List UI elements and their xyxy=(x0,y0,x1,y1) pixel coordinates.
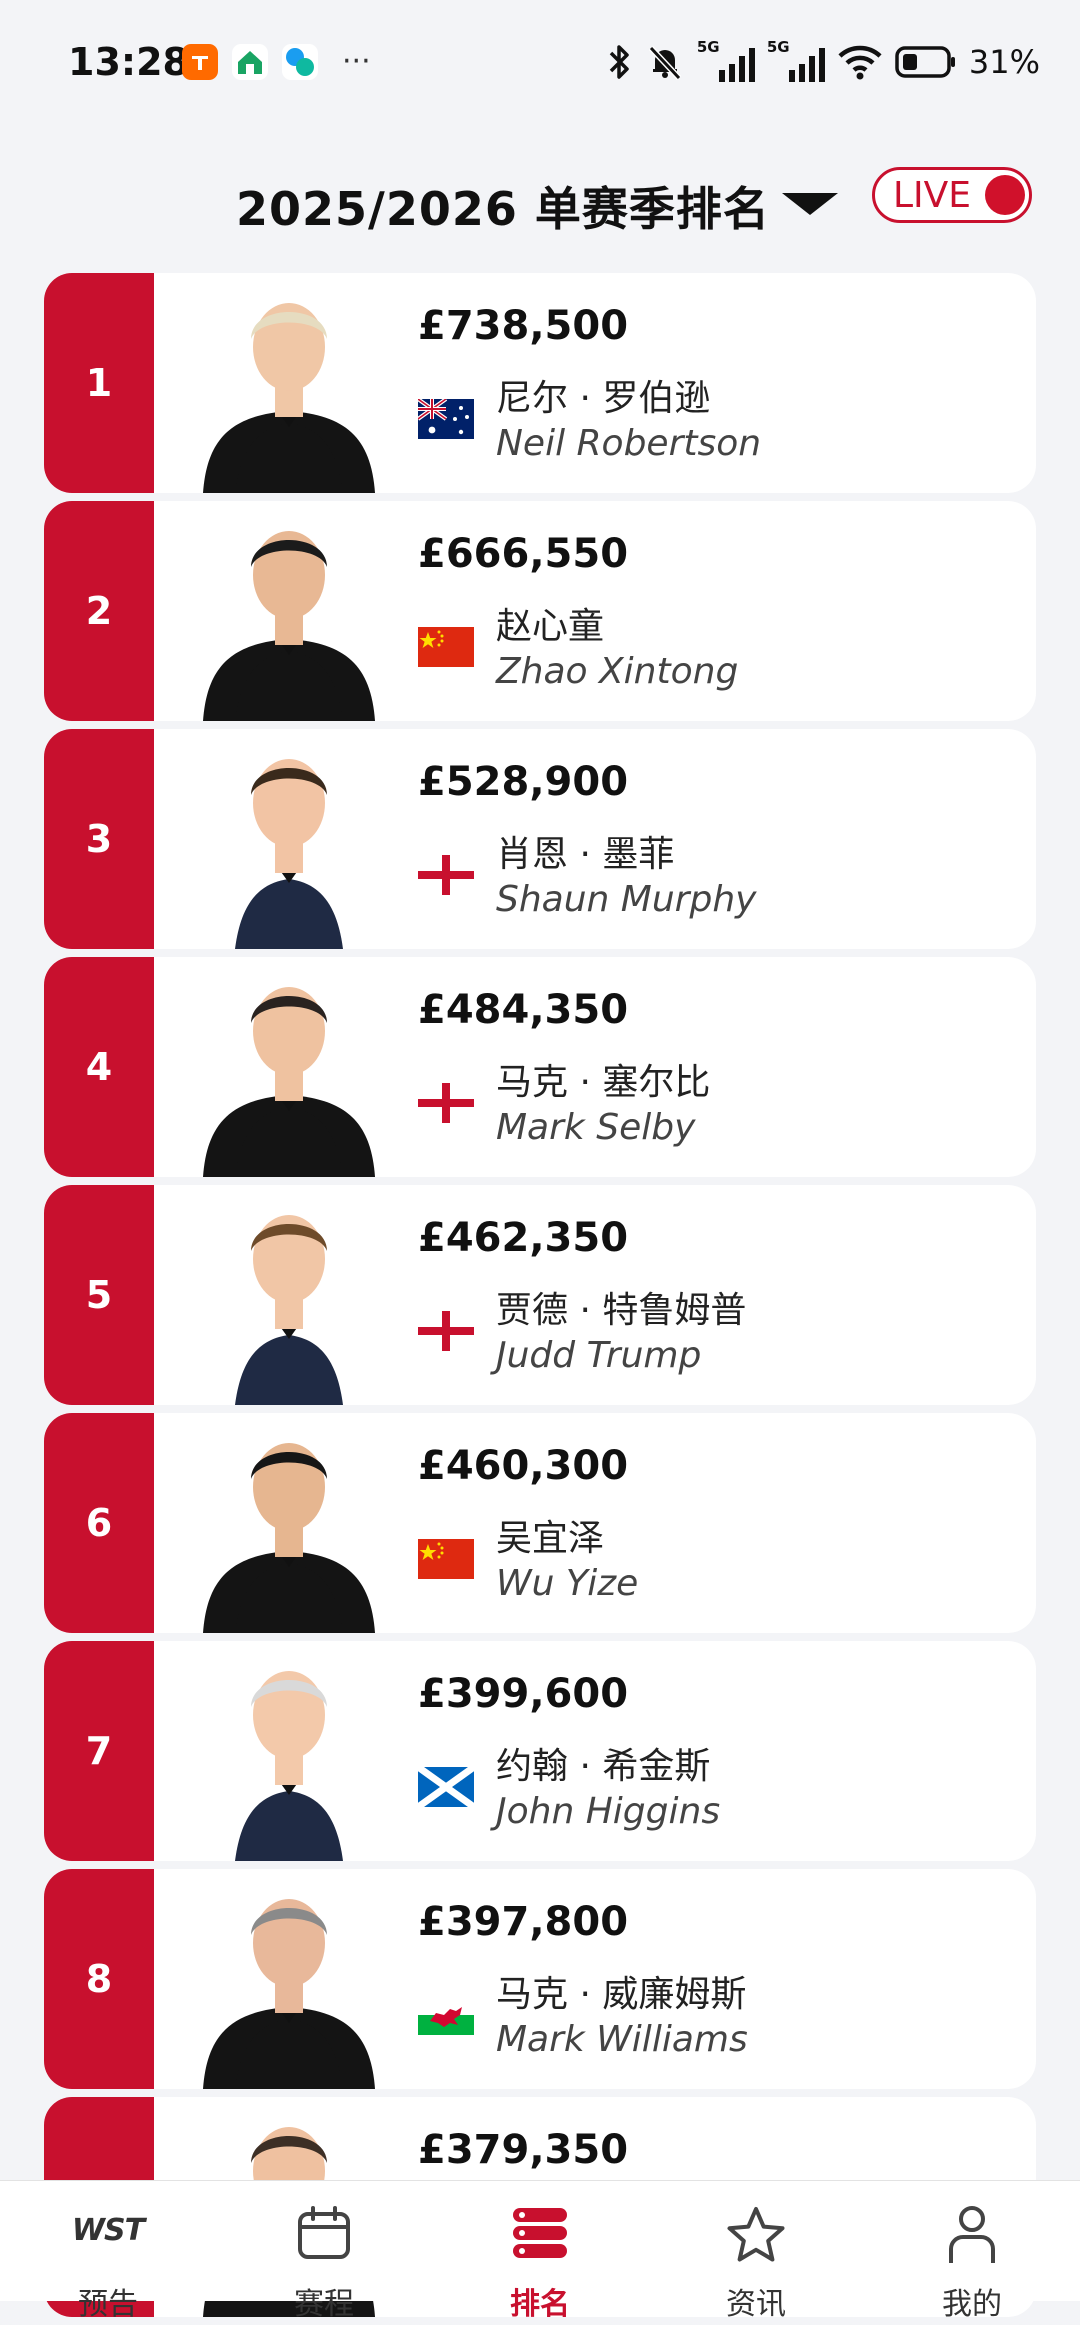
player-name-en: Shaun Murphy xyxy=(496,879,757,920)
player-name-en: John Higgins xyxy=(496,1791,721,1832)
prize-money: £528,900 xyxy=(418,759,629,805)
prize-money: £399,600 xyxy=(418,1671,629,1717)
ranking-row[interactable]: 5 £462,350 贾德 · 特鲁姆普 Judd Trump xyxy=(44,1185,1036,1405)
nav-item-rankings[interactable]: 排名 xyxy=(460,2181,620,2322)
ranking-row[interactable]: 4 £484,350 马克 · 塞尔比 Mark Selby xyxy=(44,957,1036,1177)
england-flag-icon xyxy=(418,1083,474,1123)
rank-number: 7 xyxy=(44,1641,154,1861)
player-photo xyxy=(189,961,389,1177)
rank-number: 5 xyxy=(44,1185,154,1405)
mute-bell-icon xyxy=(648,45,682,81)
more-indicator: ··· xyxy=(342,44,371,79)
chat-app-icon xyxy=(282,44,318,80)
scotland-flag-icon xyxy=(415,1764,477,1810)
player-photo xyxy=(189,733,389,949)
rankings-icon xyxy=(513,2208,567,2258)
ranking-row[interactable]: 1 £738,500 尼尔 · 罗伯逊 Neil Robertson xyxy=(44,273,1036,493)
wst-logo-icon: WST xyxy=(71,2213,145,2248)
taobao-icon xyxy=(182,44,218,80)
nav-label: 资讯 xyxy=(726,2287,786,2322)
china-flag-icon xyxy=(418,627,474,667)
status-bar: 13:28 ··· 5G 5G 31% xyxy=(0,0,1080,130)
rank-number: 1 xyxy=(44,273,154,493)
prize-money: £460,300 xyxy=(418,1443,629,1489)
bluetooth-icon xyxy=(609,45,629,79)
prize-money: £484,350 xyxy=(418,987,629,1033)
ranking-list: 1 £738,500 尼尔 · 罗伯逊 Neil Robertson 2 £666,550… xyxy=(44,273,1036,2325)
player-name-en: Mark Williams xyxy=(496,2019,748,2060)
rank-number: 3 xyxy=(44,729,154,949)
player-name-cn: 吴宜泽 xyxy=(496,1518,605,1559)
player-name-cn: 肖恩 · 墨菲 xyxy=(496,834,675,875)
live-label: LIVE xyxy=(893,174,972,216)
player-photo xyxy=(189,1645,389,1861)
ranking-row[interactable]: 6 £460,300 吴宜泽 Wu Yize xyxy=(44,1413,1036,1633)
calendar-icon xyxy=(298,2206,350,2259)
ranking-row[interactable]: 7 £399,600 约翰 · 希金斯 John Higgins xyxy=(44,1641,1036,1861)
player-name-en: Judd Trump xyxy=(496,1335,702,1376)
ranking-row[interactable]: 3 £528,900 肖恩 · 墨菲 Shaun Murphy xyxy=(44,729,1036,949)
nav-label: 赛程 xyxy=(294,2287,354,2322)
home-app-icon xyxy=(232,44,268,80)
page-title[interactable]: 2025/2026 单赛季排名 xyxy=(236,173,770,239)
player-name-cn: 约翰 · 希金斯 xyxy=(496,1746,711,1787)
player-name-cn: 马克 · 威廉姆斯 xyxy=(496,1974,747,2015)
wifi-icon xyxy=(838,45,882,80)
prize-money: £379,350 xyxy=(418,2127,629,2173)
rank-number: 2 xyxy=(44,501,154,721)
signal-5g-icon: 5G xyxy=(767,38,825,82)
page-header: 2025/2026 单赛季排名 LIVE xyxy=(0,155,1080,245)
player-name-en: Mark Selby xyxy=(496,1107,696,1148)
nav-label: 我的 xyxy=(942,2287,1002,2322)
prize-money: £738,500 xyxy=(418,303,629,349)
status-system-icons: 5G 5G 31% xyxy=(605,38,1040,82)
nav-item-schedule[interactable]: 赛程 xyxy=(244,2181,404,2322)
battery-icon xyxy=(895,46,955,78)
status-app-icons: ··· xyxy=(182,44,371,80)
chevron-down-icon[interactable] xyxy=(782,193,838,215)
status-time: 13:28 xyxy=(68,40,189,84)
prize-money: £462,350 xyxy=(418,1215,629,1261)
user-icon xyxy=(949,2206,995,2263)
wales-flag-icon xyxy=(418,1995,474,2035)
nav-item-me[interactable]: 我的 xyxy=(892,2181,1052,2322)
player-name-cn: 贾德 · 特鲁姆普 xyxy=(496,1290,747,1331)
nav-item-preview[interactable]: WST 预告 xyxy=(28,2181,188,2322)
nav-label: 预告 xyxy=(78,2287,138,2322)
china-flag-icon xyxy=(418,1539,474,1579)
rank-number: 8 xyxy=(44,1869,154,2089)
live-button[interactable]: LIVE xyxy=(872,167,1032,223)
player-photo xyxy=(189,1189,389,1405)
nav-label: 排名 xyxy=(510,2287,570,2322)
rank-number: 6 xyxy=(44,1413,154,1633)
live-dot-icon xyxy=(985,175,1026,215)
star-icon xyxy=(727,2207,785,2262)
england-flag-icon xyxy=(418,1311,474,1351)
player-photo xyxy=(189,1417,389,1633)
battery-percent: 31% xyxy=(968,43,1040,81)
england-flag-icon xyxy=(418,855,474,895)
player-photo xyxy=(189,1873,389,2089)
player-photo xyxy=(189,277,389,493)
player-name-cn: 赵心童 xyxy=(496,606,605,647)
player-photo xyxy=(189,505,389,721)
player-name-en: Zhao Xintong xyxy=(496,651,739,692)
australia-flag-icon xyxy=(416,397,474,439)
rank-number: 4 xyxy=(44,957,154,1177)
player-name-cn: 马克 · 塞尔比 xyxy=(496,1062,711,1103)
signal-5g-icon: 5G xyxy=(697,38,755,82)
player-name-cn: 尼尔 · 罗伯逊 xyxy=(496,378,711,419)
player-name-en: Neil Robertson xyxy=(496,423,762,464)
prize-money: £397,800 xyxy=(418,1899,629,1945)
ranking-row[interactable]: 8 £397,800 马克 · 威廉姆斯 Mark Williams xyxy=(44,1869,1036,2089)
player-name-en: Wu Yize xyxy=(496,1563,639,1604)
bottom-navigation: WST 预告 赛程 排名 资讯 我的 xyxy=(0,2180,1080,2322)
ranking-row[interactable]: 2 £666,550 赵心童 Zhao Xintong xyxy=(44,501,1036,721)
nav-item-news[interactable]: 资讯 xyxy=(676,2181,836,2322)
prize-money: £666,550 xyxy=(418,531,629,577)
